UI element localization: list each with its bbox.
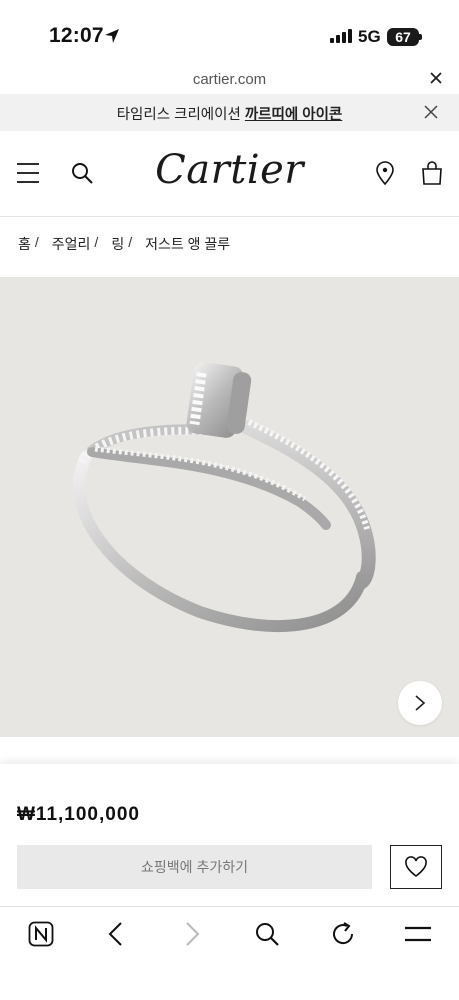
store-locator-icon[interactable]: [375, 161, 395, 185]
promo-banner: 타임리스 크리에이션 까르띠에 아이콘: [0, 94, 459, 131]
browser-toolbar: [0, 906, 459, 1000]
naver-icon[interactable]: [28, 921, 54, 947]
browser-url-bar[interactable]: cartier.com: [0, 66, 459, 94]
ring-image: [73, 362, 376, 633]
breadcrumb-separator: /: [128, 234, 133, 250]
network-label: 5G: [358, 27, 381, 46]
menu-icon[interactable]: [404, 921, 432, 947]
battery-level: 67: [395, 29, 411, 45]
site-header: Cartier: [0, 131, 459, 217]
url-text[interactable]: cartier.com: [0, 71, 459, 88]
battery-nub: [419, 34, 422, 40]
breadcrumb-current: 저스트 앵 끌루: [145, 236, 231, 252]
battery-icon: 67: [387, 28, 419, 46]
promo-text: 타임리스 크리에이션: [116, 107, 245, 123]
close-icon[interactable]: [428, 70, 444, 86]
wishlist-button[interactable]: [390, 845, 442, 889]
breadcrumb-jewelry[interactable]: 주얼리: [52, 234, 91, 254]
heart-icon: [405, 856, 427, 877]
promo-link[interactable]: 까르띠에 아이콘: [245, 107, 342, 123]
promo-close-icon[interactable]: [423, 104, 439, 120]
status-time: 12:07: [49, 24, 104, 47]
status-bar: 12:07 5G 67: [0, 0, 459, 66]
chevron-right-icon: [415, 695, 426, 711]
signal-icon: [330, 29, 352, 43]
location-arrow-icon: [105, 29, 119, 43]
breadcrumb-separator: /: [34, 234, 39, 250]
next-image-button[interactable]: [398, 681, 442, 725]
breadcrumb-separator: /: [94, 234, 99, 250]
product-image[interactable]: [0, 277, 459, 737]
breadcrumb: 홈 / 주얼리 / 링 / 저스트 앵 끌루: [18, 234, 234, 254]
product-price: ₩11,100,000: [17, 804, 140, 825]
back-icon[interactable]: [106, 921, 126, 947]
forward-icon: [186, 922, 200, 946]
shopping-bag-icon[interactable]: [421, 161, 443, 185]
breadcrumb-home[interactable]: 홈: [18, 234, 31, 254]
search-icon[interactable]: [254, 921, 280, 947]
breadcrumb-rings[interactable]: 링: [111, 234, 124, 254]
add-to-bag-button[interactable]: 쇼핑백에 추가하기: [17, 845, 372, 889]
refresh-icon[interactable]: [330, 921, 356, 947]
purchase-panel: ₩11,100,000 쇼핑백에 추가하기: [0, 764, 459, 906]
